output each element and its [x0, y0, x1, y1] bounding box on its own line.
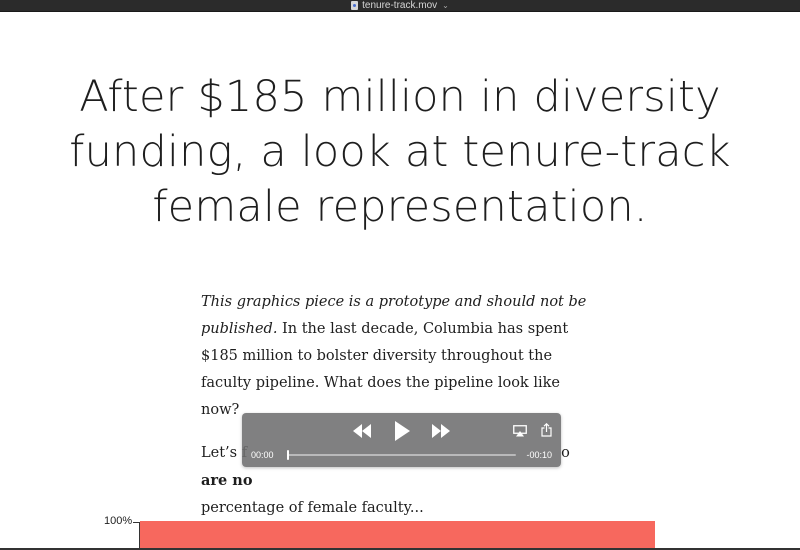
window-title-group[interactable]: tenure-track.mov ⌄ [0, 0, 800, 11]
article-body: This graphics piece is a prototype and s… [201, 289, 591, 522]
rewind-button[interactable] [351, 422, 373, 440]
second-paragraph-line3: percentage of female faculty... [201, 500, 424, 516]
window-title: tenure-track.mov [362, 0, 438, 11]
share-icon [540, 423, 552, 437]
playhead-handle[interactable] [287, 450, 289, 460]
headline-line-1: After $185 million in diversity [79, 72, 721, 122]
chevron-down-icon[interactable]: ⌄ [442, 0, 449, 11]
airplay-button[interactable] [512, 424, 528, 438]
fast-forward-icon [432, 424, 450, 438]
y-axis-tick-label-100: 100% [104, 515, 133, 527]
elapsed-time: 00:00 [251, 450, 274, 460]
article-headline: After $185 million in diversity funding,… [40, 70, 760, 235]
movie-file-icon [351, 1, 359, 10]
play-icon [395, 421, 410, 441]
play-button[interactable] [392, 420, 412, 442]
share-button[interactable] [540, 422, 552, 438]
remaining-time: -00:10 [526, 450, 552, 460]
scrubber-track[interactable] [287, 450, 516, 460]
window-titlebar: tenure-track.mov ⌄ [0, 0, 800, 12]
rewind-icon [353, 424, 371, 438]
intro-paragraph: This graphics piece is a prototype and s… [201, 289, 591, 424]
fast-forward-button[interactable] [430, 422, 452, 440]
airplay-icon [513, 425, 527, 437]
chart-bar [140, 521, 655, 550]
bold-phrase: are no [201, 472, 253, 489]
second-paragraph-lead: Let’s f [201, 445, 248, 461]
headline-line-2: funding, a look at tenure-track [69, 127, 731, 177]
second-paragraph-trailing: o [561, 445, 570, 461]
headline-line-3: female representation. [152, 182, 648, 232]
video-controls[interactable]: 00:00 -00:10 [242, 413, 561, 467]
